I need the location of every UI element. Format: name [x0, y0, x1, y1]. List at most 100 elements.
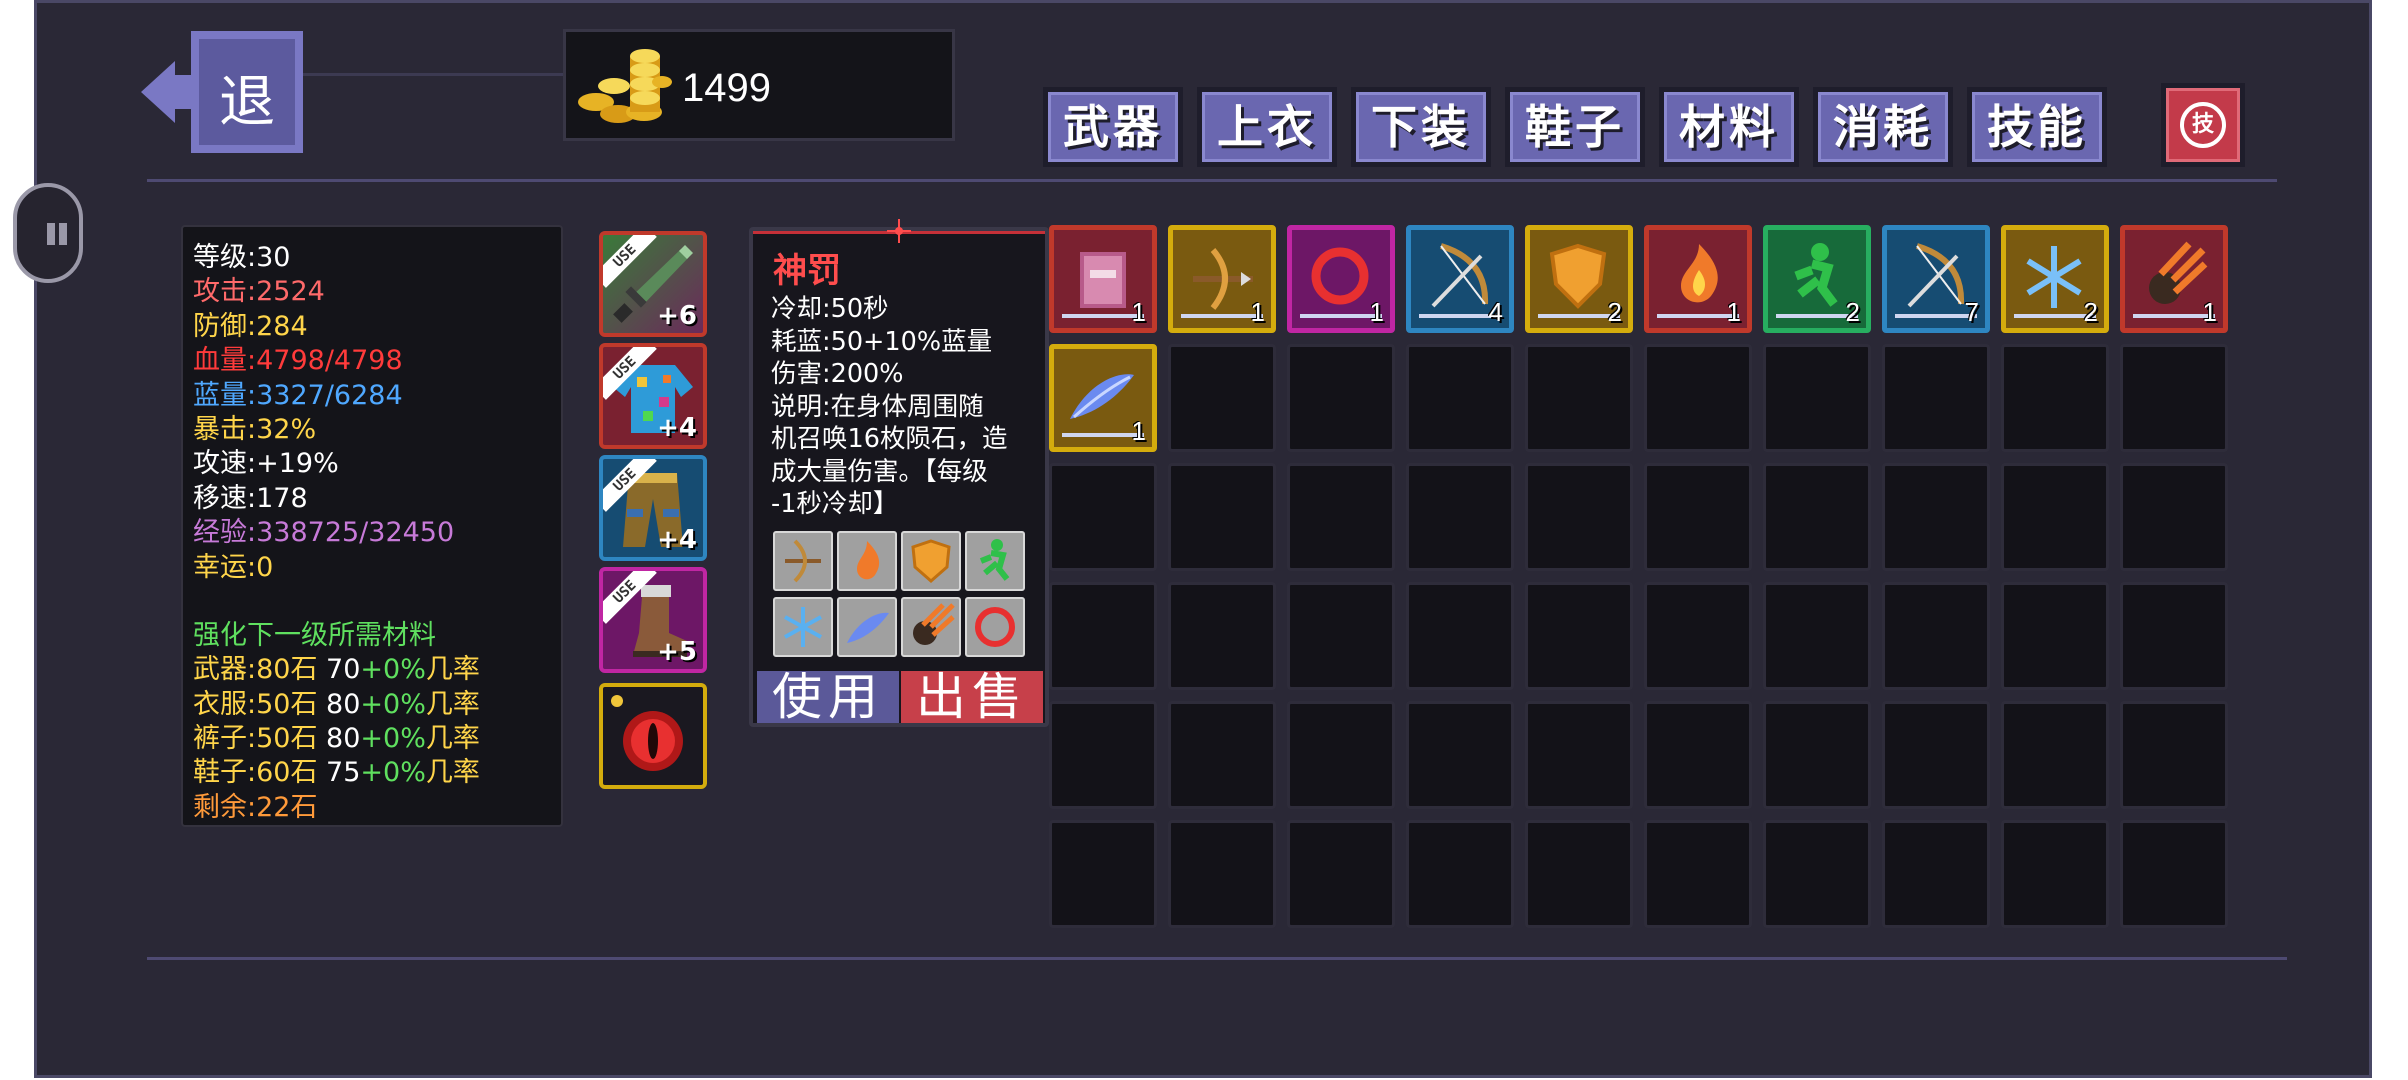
inventory-slot-empty[interactable]	[1406, 582, 1514, 690]
inventory-slot-empty[interactable]	[1763, 463, 1871, 571]
tab-skills[interactable]: 技能	[1967, 87, 2107, 167]
upgrade-title: 强化下一级所需材料	[193, 619, 436, 651]
inventory-slot-empty[interactable]	[2120, 820, 2228, 928]
inventory-slot-empty[interactable]	[1168, 344, 1276, 452]
equip-level: +5	[657, 637, 697, 667]
equip-slot-weapon[interactable]: USE +6	[599, 231, 707, 337]
inventory-slot-empty[interactable]	[1168, 582, 1276, 690]
inventory-slot-empty[interactable]	[1406, 463, 1514, 571]
back-button[interactable]: 退	[141, 31, 303, 153]
item-count: 2	[2083, 297, 2098, 327]
pet-eye-icon	[611, 695, 683, 771]
runner-icon	[965, 531, 1025, 591]
item-title: 神罚	[773, 251, 841, 291]
inventory-slot-empty[interactable]	[2120, 701, 2228, 809]
inventory-slot-empty[interactable]	[1644, 582, 1752, 690]
gold-count: 1499	[682, 66, 771, 110]
refresh-button[interactable]: 技	[2161, 83, 2245, 167]
header-connector	[303, 73, 563, 76]
inventory-slot-empty[interactable]	[1763, 701, 1871, 809]
inventory-slot[interactable]: 4	[1406, 225, 1514, 333]
inventory-slot-empty[interactable]	[1525, 582, 1633, 690]
equip-slot-pants[interactable]: USE +4	[599, 455, 707, 561]
inventory-slot-empty[interactable]	[1406, 701, 1514, 809]
inventory-slot-empty[interactable]	[1049, 701, 1157, 809]
equip-slot-top[interactable]: USE +4	[599, 343, 707, 449]
inventory-slot-empty[interactable]	[1525, 463, 1633, 571]
inventory-slot-empty[interactable]	[1287, 344, 1395, 452]
tab-materials[interactable]: 材料	[1659, 87, 1799, 167]
inventory-slot[interactable]: 1	[1168, 225, 1276, 333]
item-detail-panel: 神罚 冷却:50秒 耗蓝:50+10%蓝量 伤害:200% 说明:在身体周围随 …	[749, 219, 1049, 727]
inventory-slot-empty[interactable]	[2001, 701, 2109, 809]
inventory-slot-empty[interactable]	[1644, 344, 1752, 452]
item-count: 1	[1369, 297, 1384, 327]
inventory-slot-empty[interactable]	[1882, 820, 1990, 928]
inventory-slot-empty[interactable]	[1882, 701, 1990, 809]
equip-level: +6	[657, 301, 697, 331]
inventory-slot-empty[interactable]	[1406, 344, 1514, 452]
inventory-slot-empty[interactable]	[2120, 463, 2228, 571]
inventory-slot-empty[interactable]	[1287, 582, 1395, 690]
inventory-slot-empty[interactable]	[1644, 820, 1752, 928]
inventory-slot-empty[interactable]	[2001, 820, 2109, 928]
shield-icon	[901, 531, 961, 591]
inventory-slot[interactable]: 1	[1049, 225, 1157, 333]
inventory-slot-empty[interactable]	[1644, 701, 1752, 809]
inventory-slot[interactable]: 1	[1287, 225, 1395, 333]
tab-bottoms[interactable]: 下装	[1351, 87, 1491, 167]
inventory-slot-empty[interactable]	[1049, 463, 1157, 571]
tab-consumables[interactable]: 消耗	[1813, 87, 1953, 167]
inventory-slot[interactable]: 1	[2120, 225, 2228, 333]
tab-tops[interactable]: 上衣	[1197, 87, 1337, 167]
stats-panel: 等级:30 攻击:2524 防御:284 血量:4798/4798 蓝量:332…	[181, 225, 563, 827]
pause-icon[interactable]	[13, 183, 83, 283]
inventory-slot[interactable]: 2	[1763, 225, 1871, 333]
inventory-slot-empty[interactable]	[1763, 344, 1871, 452]
inventory-slot-empty[interactable]	[1763, 582, 1871, 690]
inventory-slot-empty[interactable]	[1287, 701, 1395, 809]
sell-button[interactable]: 出售	[901, 671, 1043, 723]
inventory-slot-empty[interactable]	[2001, 582, 2109, 690]
equip-slot-shoes[interactable]: USE +5	[599, 567, 707, 673]
inventory-slot[interactable]: 2	[1525, 225, 1633, 333]
item-description: 冷却:50秒 耗蓝:50+10%蓝量 伤害:200% 说明:在身体周围随 机召唤…	[771, 294, 1008, 519]
tab-weapons[interactable]: 武器	[1043, 87, 1183, 167]
inventory-slot-empty[interactable]	[1287, 820, 1395, 928]
stat-level: 等级:30	[193, 242, 291, 273]
inventory-slot-empty[interactable]	[2120, 582, 2228, 690]
fire-icon	[837, 531, 897, 591]
inventory-slot[interactable]: 7	[1882, 225, 1990, 333]
inventory-slot-empty[interactable]	[1287, 463, 1395, 571]
use-button[interactable]: 使用	[757, 671, 899, 723]
inventory-slot-empty[interactable]	[1525, 344, 1633, 452]
equip-level: +4	[657, 525, 697, 555]
equip-slot-pet[interactable]	[599, 683, 707, 789]
inventory-slot-empty[interactable]	[1882, 344, 1990, 452]
snowflake-icon	[773, 597, 833, 657]
inventory-slot-empty[interactable]	[1525, 701, 1633, 809]
stat-move-speed: 移速:178	[193, 482, 308, 514]
inventory-slot-empty[interactable]	[2001, 344, 2109, 452]
inventory-slot[interactable]: 1	[1049, 344, 1157, 452]
inventory-slot-empty[interactable]	[1882, 582, 1990, 690]
inventory-slot-empty[interactable]	[1168, 701, 1276, 809]
inventory-slot-empty[interactable]	[1644, 463, 1752, 571]
stat-attack-speed: 攻速:+19%	[193, 448, 339, 480]
inventory-slot-empty[interactable]	[2120, 344, 2228, 452]
stat-exp: 经验:338725/32450	[193, 517, 455, 549]
item-count: 1	[1250, 297, 1265, 327]
inventory-slot-empty[interactable]	[1525, 820, 1633, 928]
inventory-slot-empty[interactable]	[1882, 463, 1990, 571]
inventory-slot-empty[interactable]	[1168, 463, 1276, 571]
back-label: 退	[219, 70, 275, 135]
inventory-slot-empty[interactable]	[1406, 820, 1514, 928]
inventory-slot[interactable]: 2	[2001, 225, 2109, 333]
inventory-slot-empty[interactable]	[1049, 582, 1157, 690]
tab-shoes[interactable]: 鞋子	[1505, 87, 1645, 167]
inventory-slot[interactable]: 1	[1644, 225, 1752, 333]
inventory-slot-empty[interactable]	[2001, 463, 2109, 571]
inventory-slot-empty[interactable]	[1049, 820, 1157, 928]
inventory-slot-empty[interactable]	[1763, 820, 1871, 928]
inventory-slot-empty[interactable]	[1168, 820, 1276, 928]
